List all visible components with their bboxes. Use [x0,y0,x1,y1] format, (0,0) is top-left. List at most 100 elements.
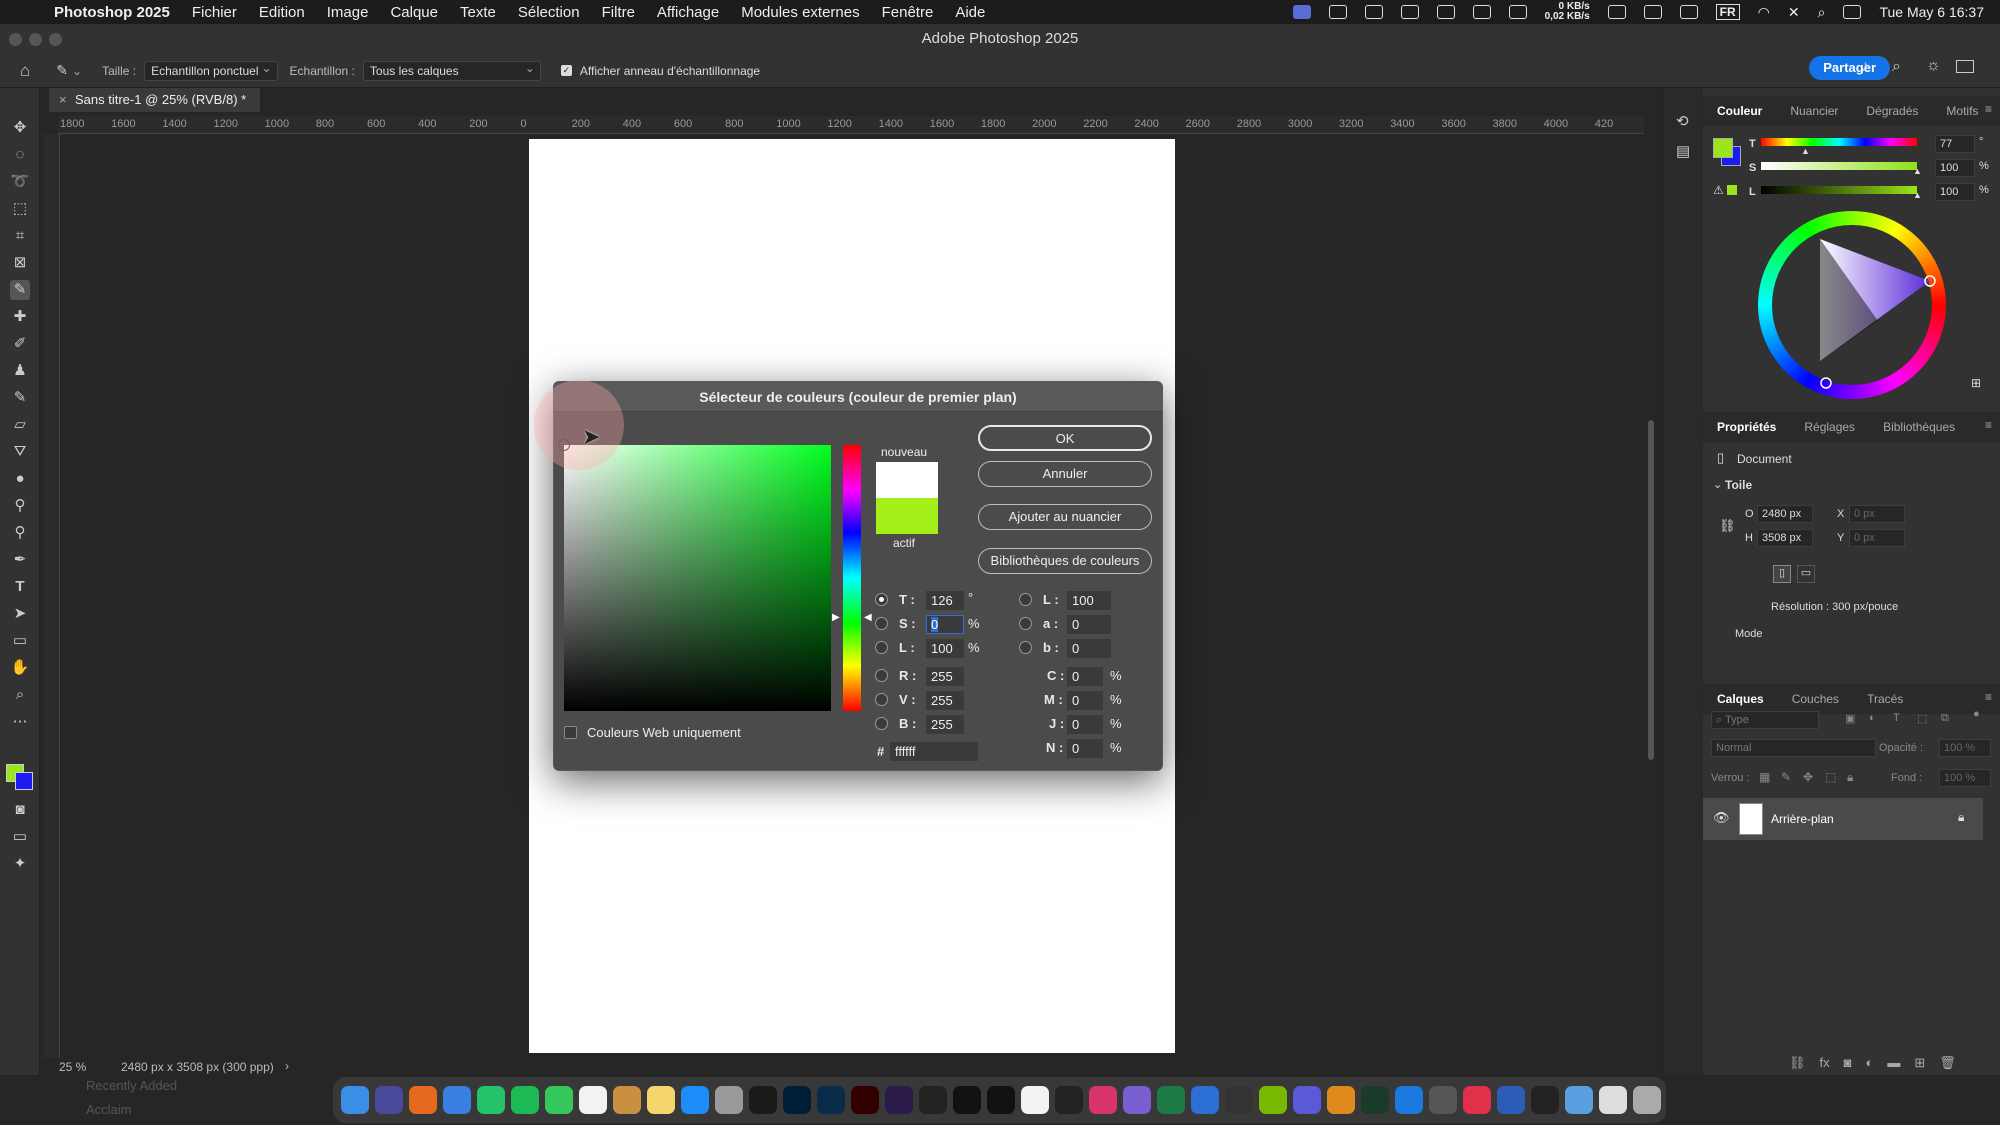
word-dock-icon[interactable] [1497,1086,1525,1114]
color-panel-menu-icon[interactable]: ≡ [1985,102,1992,116]
excel-dock-icon[interactable] [1157,1086,1185,1114]
dock-app-icon-17[interactable] [885,1086,913,1114]
clock[interactable]: Tue May 6 16:37 [1879,4,1984,20]
blur-tool-icon[interactable]: ● [10,469,30,489]
fill-field[interactable]: 100 % [1939,769,1991,787]
delete-layer-icon[interactable]: 🗑︎ [1939,1055,1956,1071]
sync-icon[interactable] [1508,5,1527,19]
bridge-dock-icon[interactable] [749,1086,777,1114]
yellow-input[interactable]: 0 [1067,715,1103,734]
lab-b-input[interactable]: 0 [1067,639,1111,658]
illustrator-dock-icon[interactable] [851,1086,879,1114]
input-language[interactable]: FR [1715,4,1740,20]
firefox-dock-icon[interactable] [409,1086,437,1114]
documents-dock-icon[interactable] [1599,1086,1627,1114]
menu-app-name[interactable]: Photoshop 2025 [54,4,170,21]
type-tool-icon[interactable]: T [10,577,30,597]
close-tab-icon[interactable]: × [59,88,67,112]
y-field[interactable]: 0 px [1849,529,1905,547]
link-icon[interactable]: ⛓ [1719,518,1736,534]
menu-edition[interactable]: Edition [259,4,305,21]
eyedropper-tool-icon-active[interactable]: ✎ [10,280,30,300]
unity-dock-icon[interactable] [1021,1086,1049,1114]
eyedropper-tool-icon[interactable]: ✎ [56,62,68,79]
blend-mode-select[interactable]: Normal [1711,739,1876,757]
saturation-slider-handle[interactable]: ▲ [1913,166,1922,176]
app-store-dock-icon[interactable] [681,1086,709,1114]
more-tools-icon[interactable]: ⋯ [10,712,30,732]
tab-bibliotheques[interactable]: Bibliothèques [1869,420,1969,434]
hue-left-arrow-icon[interactable]: ▶ [832,612,840,623]
search-icon-ps[interactable]: ⌕ [1892,58,1901,76]
properties-panel-menu-icon[interactable]: ≡ [1985,418,1992,432]
add-mask-icon[interactable]: ◙ [1844,1055,1852,1071]
radio-lightness[interactable] [875,641,888,654]
layer-filter-search[interactable]: ⌕ Type [1711,711,1819,729]
radio-green[interactable] [875,693,888,706]
dock-app-icon-34[interactable] [1463,1086,1491,1114]
menu-texte[interactable]: Texte [460,4,496,21]
lightness-input[interactable]: 100 [926,639,964,658]
black-input[interactable]: 0 [1067,739,1103,758]
marquee-tool-icon[interactable]: ◌ [10,145,30,165]
cloud-icon[interactable] [1472,5,1491,19]
layers-panel-menu-icon[interactable]: ≡ [1985,690,1992,704]
landscape-orientation-icon[interactable]: ▭ [1797,565,1815,583]
menu-modules[interactable]: Modules externes [741,4,859,21]
quick-mask-icon[interactable]: ◙ [10,800,30,820]
paint-bucket-tool-icon[interactable]: ⛛ [10,442,30,462]
saturation-field[interactable]: 100 [1935,159,1975,177]
dock-app-icon-22[interactable] [1055,1086,1083,1114]
document-tab[interactable]: × Sans titre-1 @ 25% (RVB/8) * [49,88,261,112]
radio-lab-l[interactable] [1019,593,1032,606]
hue-slider[interactable] [1761,138,1917,146]
cancel-button[interactable]: Annuler [978,461,1152,487]
hue-slider-bar[interactable] [843,445,861,711]
dock-app-icon-31[interactable] [1361,1086,1389,1114]
live-dock-icon[interactable] [953,1086,981,1114]
opacity-field[interactable]: 100 % [1939,739,1991,757]
terminal-dock-icon[interactable] [919,1086,947,1114]
width-field[interactable]: 2480 px [1757,505,1813,523]
dock-app-icon-29[interactable] [1293,1086,1321,1114]
screen-record-icon[interactable] [1292,5,1311,19]
finder-item-recently-added[interactable]: Recently Added [86,1078,177,1093]
x-field[interactable]: 0 px [1849,505,1905,523]
control-center-icon[interactable] [1843,5,1862,19]
lock-pixels-icon[interactable]: ✎ [1781,770,1791,784]
messages-dock-icon[interactable] [545,1086,573,1114]
trash-dock-icon[interactable] [1633,1086,1661,1114]
status-arrow-icon[interactable]: › [285,1059,289,1073]
home-icon[interactable]: ⌂ [20,61,30,81]
vertical-scrollbar[interactable] [1648,420,1654,760]
dock-app-icon-9[interactable] [613,1086,641,1114]
radio-lab-b[interactable] [1019,641,1032,654]
bell-icon[interactable]: ♪ [1861,58,1869,76]
path-select-tool-icon[interactable]: ➤ [10,604,30,624]
lightness-field[interactable]: 100 [1935,183,1975,201]
generative-icon[interactable]: ✦ [10,854,30,874]
lock-artboard-icon[interactable]: ⬚ [1825,770,1836,784]
tool-preset-chevron-icon[interactable]: ⌄ [72,64,82,78]
hue-slider-handle[interactable]: ▲ [1801,146,1810,156]
minimize-window-button[interactable] [29,33,42,46]
frame-tool-icon[interactable]: ⊠ [10,253,30,273]
brush-tool-icon[interactable]: ✐ [10,334,30,354]
radio-saturation[interactable] [875,617,888,630]
layer-lock-icon[interactable]: 🔒︎ [1958,810,1964,825]
filter-toggle-icon[interactable]: ● [1973,708,1980,720]
zoom-window-button[interactable] [49,33,62,46]
blue-input[interactable]: 255 [926,715,964,734]
current-color-swatch[interactable] [876,498,938,534]
gamut-warning-icon[interactable]: ⚠ [1713,183,1724,197]
tab-calques[interactable]: Calques [1703,692,1778,706]
menu-selection[interactable]: Sélection [518,4,580,21]
green-input[interactable]: 255 [926,691,964,710]
healing-brush-tool-icon[interactable]: ✚ [10,307,30,327]
saturation-brightness-field[interactable] [564,445,831,711]
dock-app-icon-24[interactable] [1123,1086,1151,1114]
dock-app-icon-27[interactable] [1225,1086,1253,1114]
brightness-icon[interactable]: ☼ [1926,57,1941,75]
color-triangle[interactable] [1758,211,1946,399]
hex-input[interactable]: ffffff [890,742,978,761]
